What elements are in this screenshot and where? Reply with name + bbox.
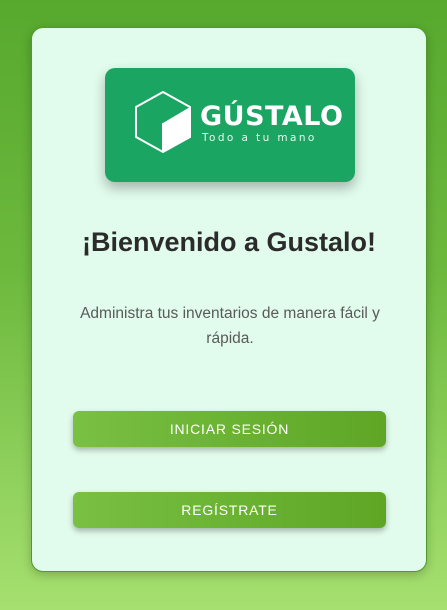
register-button[interactable]: REGÍSTRATE [73, 492, 386, 528]
welcome-subtitle: Administra tus inventarios de manera fác… [80, 305, 380, 347]
brand-name: GÚSTALO [200, 101, 344, 132]
login-button[interactable]: INICIAR SESIÓN [73, 411, 386, 447]
cube-icon [135, 91, 191, 153]
brand-logo: GÚSTALO Todo a tu mano [105, 68, 355, 182]
welcome-card: GÚSTALO Todo a tu mano ¡Bienvenido a Gus… [31, 27, 427, 572]
welcome-title: ¡Bienvenido a Gustalo! [81, 227, 377, 257]
brand-tagline: Todo a tu mano [202, 132, 317, 144]
